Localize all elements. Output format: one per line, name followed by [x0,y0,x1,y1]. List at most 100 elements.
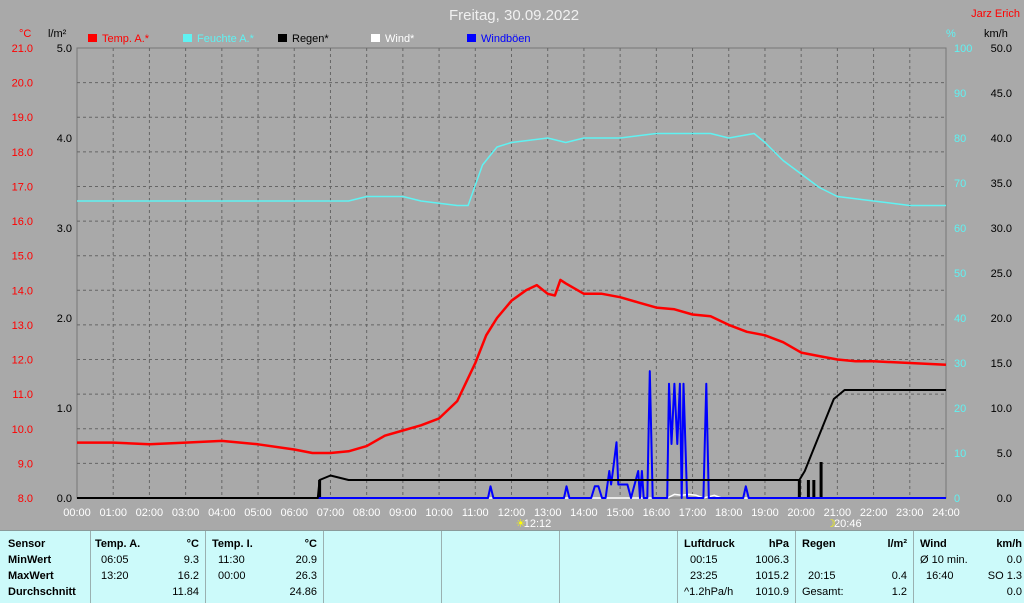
legend-label: Temp. A.* [102,33,150,45]
x-tick: 23:00 [896,507,924,519]
regen-max-value: 0.4 [891,570,907,582]
y-tick-humidity: 20 [954,403,966,415]
sun-marker-label: 12:12 [524,518,552,530]
legend-label: Wind* [385,33,415,45]
rain-bar [806,480,810,498]
y-tick-temp: 13.0 [12,320,33,332]
y-tick-temp: 10.0 [12,424,33,436]
wind-daily-avg-value: 0.0 [1006,586,1022,598]
temp-i-header: Temp. I. [212,538,253,550]
x-tick: 11:00 [462,507,489,519]
luftdruck-min-value: 1006.3 [755,554,789,566]
wind-avg-value: 0.0 [1006,554,1022,566]
luftdruck-unit: hPa [768,538,789,550]
y-tick-humidity: 30 [954,358,966,370]
x-tick: 03:00 [172,507,200,519]
y-tick-rain: 2.0 [57,313,72,325]
y-tick-wind: 20.0 [991,313,1012,325]
temp-a-min-value: 9.3 [183,554,199,566]
col-sensor: Sensor MinWert MaxWert Durchschnitt [0,531,91,603]
wind-header: Wind [920,538,947,550]
y-axis-temp: 8.0 9.0 10.0 11.0 12.0 13.0 14.0 15.0 16.0 17.0 18… [12,43,33,505]
luftdruck-min-time: 00:15 [690,554,718,566]
row-label-min: MinWert [8,554,52,566]
temp-a-header: Temp. A. [95,538,141,550]
sun-marker-label: 20:46 [834,518,862,530]
luftdruck-trend: ^1.2hPa/h [684,586,734,598]
y-tick-wind: 15.0 [991,358,1012,370]
y-tick-temp: 17.0 [12,181,33,193]
row-label-avg: Durchschnitt [8,586,76,598]
sensor-header: Sensor [8,538,46,550]
regen-max-time: 20:15 [808,570,836,582]
wind-avg-label: Ø 10 min. [920,554,968,566]
regen-total-label: Gesamt: [802,586,844,598]
temp-a-unit: °C [186,538,199,550]
y-tick-wind: 35.0 [991,178,1012,190]
x-tick: 09:00 [389,507,417,519]
x-tick: 22:00 [860,507,888,519]
y-tick-temp: 8.0 [18,493,33,505]
legend-swatch [371,34,380,42]
rain-bar [797,480,801,498]
luftdruck-avg-value: 1010.9 [755,586,789,598]
col-wind: Wind km/h Ø 10 min. 0.0 16:40 SO 1.3 0.0 [914,531,1024,603]
col-temp-a: Temp. A. °C 06:05 9.3 13:20 16.2 11.84 [91,531,206,603]
y-tick-humidity: 100 [954,43,972,55]
y-tick-rain: 1.0 [57,403,72,415]
x-tick: 20:00 [787,507,815,519]
y-tick-temp: 9.0 [18,458,33,470]
x-tick: 10:00 [425,507,453,519]
sun-markers: ☀12:12 ☽20:46 [516,518,862,530]
regen-header: Regen [802,538,836,550]
y-tick-wind: 45.0 [991,88,1012,100]
col-temp-i: Temp. I. °C 11:30 20.9 00:00 26.3 24.86 [206,531,324,603]
legend-swatch [278,34,287,42]
y-axis-humidity: 0 10 20 30 40 50 60 70 80 90 100 [954,43,972,505]
y-tick-humidity: 50 [954,268,966,280]
y-tick-rain: 5.0 [57,43,72,55]
author-label: Jarz Erich [971,8,1020,20]
y-tick-humidity: 10 [954,448,966,460]
temp-a-avg-value: 11.84 [172,586,199,598]
y-tick-wind: 10.0 [991,403,1012,415]
y-tick-wind: 40.0 [991,133,1012,145]
y-tick-temp: 14.0 [12,285,33,297]
luftdruck-max-time: 23:25 [690,570,718,582]
temp-i-unit: °C [304,538,317,550]
y-tick-rain: 4.0 [57,133,72,145]
x-tick: 19:00 [751,507,779,519]
y-tick-temp: 21.0 [12,43,33,55]
y-tick-humidity: 40 [954,313,966,325]
temp-a-min-time: 06:05 [101,554,129,566]
col-regen: Regen l/m² 20:15 0.4 Gesamt: 1.2 [796,531,914,603]
temp-a-max-value: 16.2 [177,570,199,582]
x-tick: 17:00 [679,507,707,519]
y-tick-humidity: 60 [954,223,966,235]
y-axis-wind: 0.0 5.0 10.0 15.0 20.0 25.0 30.0 35.0 40.0 45.0 50… [991,43,1012,505]
y-tick-humidity: 90 [954,88,966,100]
legend: Temp. A.* Feuchte A.* Regen* Wind* Windböen [88,33,531,45]
y-tick-wind: 50.0 [991,43,1012,55]
legend-label: Feuchte A.* [197,33,255,45]
unit-wind-label: km/h [984,28,1008,40]
y-tick-temp: 20.0 [12,78,33,90]
y-tick-wind: 0.0 [997,493,1012,505]
stats-panel: Sensor MinWert MaxWert Durchschnitt Temp… [0,530,1024,603]
x-tick: 24:00 [932,507,960,519]
x-tick: 14:00 [570,507,598,519]
rain-bar [812,480,816,498]
legend-swatch [183,34,192,42]
y-tick-temp: 18.0 [12,147,33,159]
x-tick: 02:00 [136,507,164,519]
y-tick-wind: 30.0 [991,223,1012,235]
temp-i-avg-value: 24.86 [289,586,317,598]
legend-label: Windböen [481,33,531,45]
luftdruck-max-value: 1015.2 [755,570,789,582]
unit-rain-label: l/m² [48,28,67,40]
y-tick-temp: 15.0 [12,251,33,263]
x-tick: 16:00 [643,507,671,519]
temp-i-max-value: 26.3 [295,570,317,582]
chart-title: Freitag, 30.09.2022 [449,7,579,24]
temp-i-max-time: 00:00 [218,570,246,582]
